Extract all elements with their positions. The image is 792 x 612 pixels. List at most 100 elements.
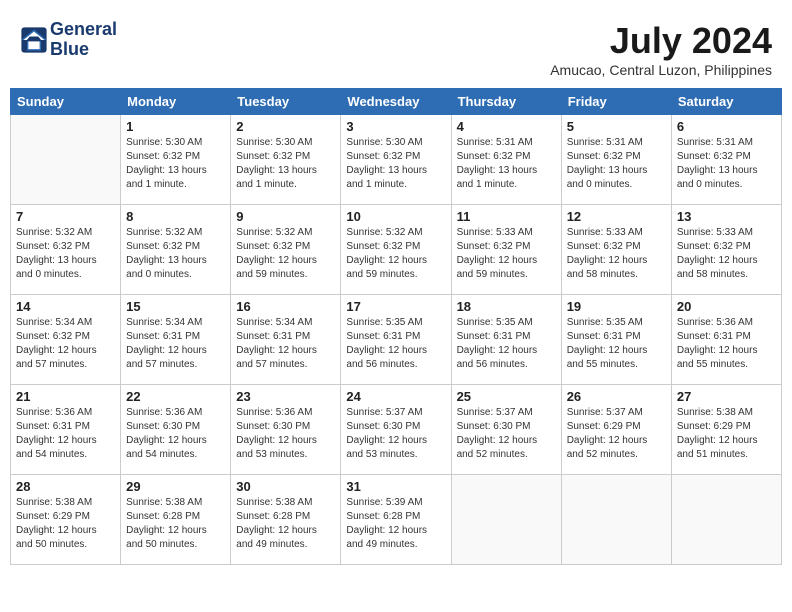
- day-number: 23: [236, 389, 335, 404]
- calendar-cell: 14 Sunrise: 5:34 AM Sunset: 6:32 PM Dayli…: [11, 295, 121, 385]
- calendar-cell: 20Sunrise: 5:36 AM Sunset: 6:31 PM Dayli…: [671, 295, 781, 385]
- calendar-cell: 15 Sunrise: 5:34 AM Sunset: 6:31 PM Dayli…: [121, 295, 231, 385]
- day-number: 9: [236, 209, 335, 224]
- logo-icon: [20, 26, 48, 54]
- day-number: 14: [16, 299, 115, 314]
- location-title: Amucao, Central Luzon, Philippines: [550, 62, 772, 78]
- calendar-cell: [11, 115, 121, 205]
- day-info: Sunrise: 5:34 AM Sunset: 6:31 PM Dayligh…: [126, 316, 225, 372]
- calendar-cell: [561, 475, 671, 565]
- day-info: Sunrise: 5:30 AM Sunset: 6:32 PM Dayligh…: [236, 136, 335, 192]
- calendar-cell: 16 Sunrise: 5:34 AM Sunset: 6:31 PM Dayli…: [231, 295, 341, 385]
- day-number: 6: [677, 119, 776, 134]
- day-number: 10: [346, 209, 445, 224]
- calendar-cell: 27Sunrise: 5:38 AM Sunset: 6:29 PM Dayli…: [671, 385, 781, 475]
- day-info: Sunrise: 5:33 AM Sunset: 6:32 PM Dayligh…: [567, 226, 666, 282]
- calendar-cell: 22Sunrise: 5:36 AM Sunset: 6:30 PM Dayli…: [121, 385, 231, 475]
- logo: General Blue: [20, 20, 117, 60]
- week-row-2: 7Sunrise: 5:32 AM Sunset: 6:32 PM Daylig…: [11, 205, 782, 295]
- week-row-3: 14 Sunrise: 5:34 AM Sunset: 6:32 PM Dayli…: [11, 295, 782, 385]
- day-number: 1: [126, 119, 225, 134]
- day-number: 11: [457, 209, 556, 224]
- column-header-friday: Friday: [561, 89, 671, 115]
- calendar-header-row: SundayMondayTuesdayWednesdayThursdayFrid…: [11, 89, 782, 115]
- calendar-cell: 10 Sunrise: 5:32 AM Sunset: 6:32 PM Dayli…: [341, 205, 451, 295]
- day-info: Sunrise: 5:36 AM Sunset: 6:30 PM Dayligh…: [126, 406, 225, 462]
- day-info: Sunrise: 5:31 AM Sunset: 6:32 PM Dayligh…: [677, 136, 776, 192]
- day-info: Sunrise: 5:30 AM Sunset: 6:32 PM Dayligh…: [126, 136, 225, 192]
- calendar-cell: 19Sunrise: 5:35 AM Sunset: 6:31 PM Dayli…: [561, 295, 671, 385]
- day-number: 26: [567, 389, 666, 404]
- calendar-cell: 1 Sunrise: 5:30 AM Sunset: 6:32 PM Daylig…: [121, 115, 231, 205]
- calendar-cell: 5 Sunrise: 5:31 AM Sunset: 6:32 PM Daylig…: [561, 115, 671, 205]
- calendar-cell: 17 Sunrise: 5:35 AM Sunset: 6:31 PM Dayli…: [341, 295, 451, 385]
- logo-text: General Blue: [50, 20, 117, 60]
- day-number: 29: [126, 479, 225, 494]
- column-header-monday: Monday: [121, 89, 231, 115]
- day-number: 15: [126, 299, 225, 314]
- week-row-5: 28Sunrise: 5:38 AM Sunset: 6:29 PM Dayli…: [11, 475, 782, 565]
- day-info: Sunrise: 5:37 AM Sunset: 6:29 PM Dayligh…: [567, 406, 666, 462]
- day-number: 12: [567, 209, 666, 224]
- day-info: Sunrise: 5:31 AM Sunset: 6:32 PM Dayligh…: [567, 136, 666, 192]
- day-info: Sunrise: 5:35 AM Sunset: 6:31 PM Dayligh…: [457, 316, 556, 372]
- day-info: Sunrise: 5:39 AM Sunset: 6:28 PM Dayligh…: [346, 496, 445, 552]
- day-number: 8: [126, 209, 225, 224]
- calendar-cell: 2 Sunrise: 5:30 AM Sunset: 6:32 PM Daylig…: [231, 115, 341, 205]
- month-title: July 2024: [550, 20, 772, 62]
- day-info: Sunrise: 5:35 AM Sunset: 6:31 PM Dayligh…: [346, 316, 445, 372]
- calendar-cell: 23 Sunrise: 5:36 AM Sunset: 6:30 PM Dayli…: [231, 385, 341, 475]
- week-row-4: 21 Sunrise: 5:36 AM Sunset: 6:31 PM Dayli…: [11, 385, 782, 475]
- calendar-cell: 28Sunrise: 5:38 AM Sunset: 6:29 PM Dayli…: [11, 475, 121, 565]
- column-header-wednesday: Wednesday: [341, 89, 451, 115]
- day-info: Sunrise: 5:32 AM Sunset: 6:32 PM Dayligh…: [16, 226, 115, 282]
- day-number: 25: [457, 389, 556, 404]
- day-info: Sunrise: 5:31 AM Sunset: 6:32 PM Dayligh…: [457, 136, 556, 192]
- calendar-cell: 29 Sunrise: 5:38 AM Sunset: 6:28 PM Dayli…: [121, 475, 231, 565]
- title-section: July 2024 Amucao, Central Luzon, Philipp…: [550, 20, 772, 78]
- day-info: Sunrise: 5:34 AM Sunset: 6:32 PM Dayligh…: [16, 316, 115, 372]
- day-info: Sunrise: 5:36 AM Sunset: 6:31 PM Dayligh…: [16, 406, 115, 462]
- calendar-cell: [451, 475, 561, 565]
- page-header: General Blue July 2024 Amucao, Central L…: [10, 10, 782, 83]
- calendar-cell: 25 Sunrise: 5:37 AM Sunset: 6:30 PM Dayli…: [451, 385, 561, 475]
- calendar-cell: 13Sunrise: 5:33 AM Sunset: 6:32 PM Dayli…: [671, 205, 781, 295]
- day-number: 13: [677, 209, 776, 224]
- day-info: Sunrise: 5:36 AM Sunset: 6:31 PM Dayligh…: [677, 316, 776, 372]
- day-info: Sunrise: 5:32 AM Sunset: 6:32 PM Dayligh…: [346, 226, 445, 282]
- day-info: Sunrise: 5:32 AM Sunset: 6:32 PM Dayligh…: [236, 226, 335, 282]
- day-number: 24: [346, 389, 445, 404]
- day-info: Sunrise: 5:36 AM Sunset: 6:30 PM Dayligh…: [236, 406, 335, 462]
- calendar-cell: 7Sunrise: 5:32 AM Sunset: 6:32 PM Daylig…: [11, 205, 121, 295]
- day-number: 31: [346, 479, 445, 494]
- day-info: Sunrise: 5:35 AM Sunset: 6:31 PM Dayligh…: [567, 316, 666, 372]
- day-number: 2: [236, 119, 335, 134]
- calendar-cell: 6 Sunrise: 5:31 AM Sunset: 6:32 PM Daylig…: [671, 115, 781, 205]
- day-number: 4: [457, 119, 556, 134]
- calendar-cell: 9 Sunrise: 5:32 AM Sunset: 6:32 PM Daylig…: [231, 205, 341, 295]
- week-row-1: 1 Sunrise: 5:30 AM Sunset: 6:32 PM Daylig…: [11, 115, 782, 205]
- calendar-cell: 3Sunrise: 5:30 AM Sunset: 6:32 PM Daylig…: [341, 115, 451, 205]
- day-number: 3: [346, 119, 445, 134]
- day-info: Sunrise: 5:34 AM Sunset: 6:31 PM Dayligh…: [236, 316, 335, 372]
- day-info: Sunrise: 5:37 AM Sunset: 6:30 PM Dayligh…: [457, 406, 556, 462]
- day-info: Sunrise: 5:37 AM Sunset: 6:30 PM Dayligh…: [346, 406, 445, 462]
- day-number: 5: [567, 119, 666, 134]
- day-number: 21: [16, 389, 115, 404]
- day-number: 16: [236, 299, 335, 314]
- day-info: Sunrise: 5:38 AM Sunset: 6:28 PM Dayligh…: [126, 496, 225, 552]
- calendar-cell: 31 Sunrise: 5:39 AM Sunset: 6:28 PM Dayli…: [341, 475, 451, 565]
- calendar: SundayMondayTuesdayWednesdayThursdayFrid…: [10, 88, 782, 565]
- day-info: Sunrise: 5:38 AM Sunset: 6:28 PM Dayligh…: [236, 496, 335, 552]
- column-header-thursday: Thursday: [451, 89, 561, 115]
- day-info: Sunrise: 5:33 AM Sunset: 6:32 PM Dayligh…: [457, 226, 556, 282]
- day-number: 17: [346, 299, 445, 314]
- calendar-cell: 26 Sunrise: 5:37 AM Sunset: 6:29 PM Dayli…: [561, 385, 671, 475]
- column-header-sunday: Sunday: [11, 89, 121, 115]
- calendar-cell: 30Sunrise: 5:38 AM Sunset: 6:28 PM Dayli…: [231, 475, 341, 565]
- column-header-tuesday: Tuesday: [231, 89, 341, 115]
- day-number: 28: [16, 479, 115, 494]
- day-info: Sunrise: 5:38 AM Sunset: 6:29 PM Dayligh…: [677, 406, 776, 462]
- calendar-cell: 12 Sunrise: 5:33 AM Sunset: 6:32 PM Dayli…: [561, 205, 671, 295]
- calendar-cell: 11 Sunrise: 5:33 AM Sunset: 6:32 PM Dayli…: [451, 205, 561, 295]
